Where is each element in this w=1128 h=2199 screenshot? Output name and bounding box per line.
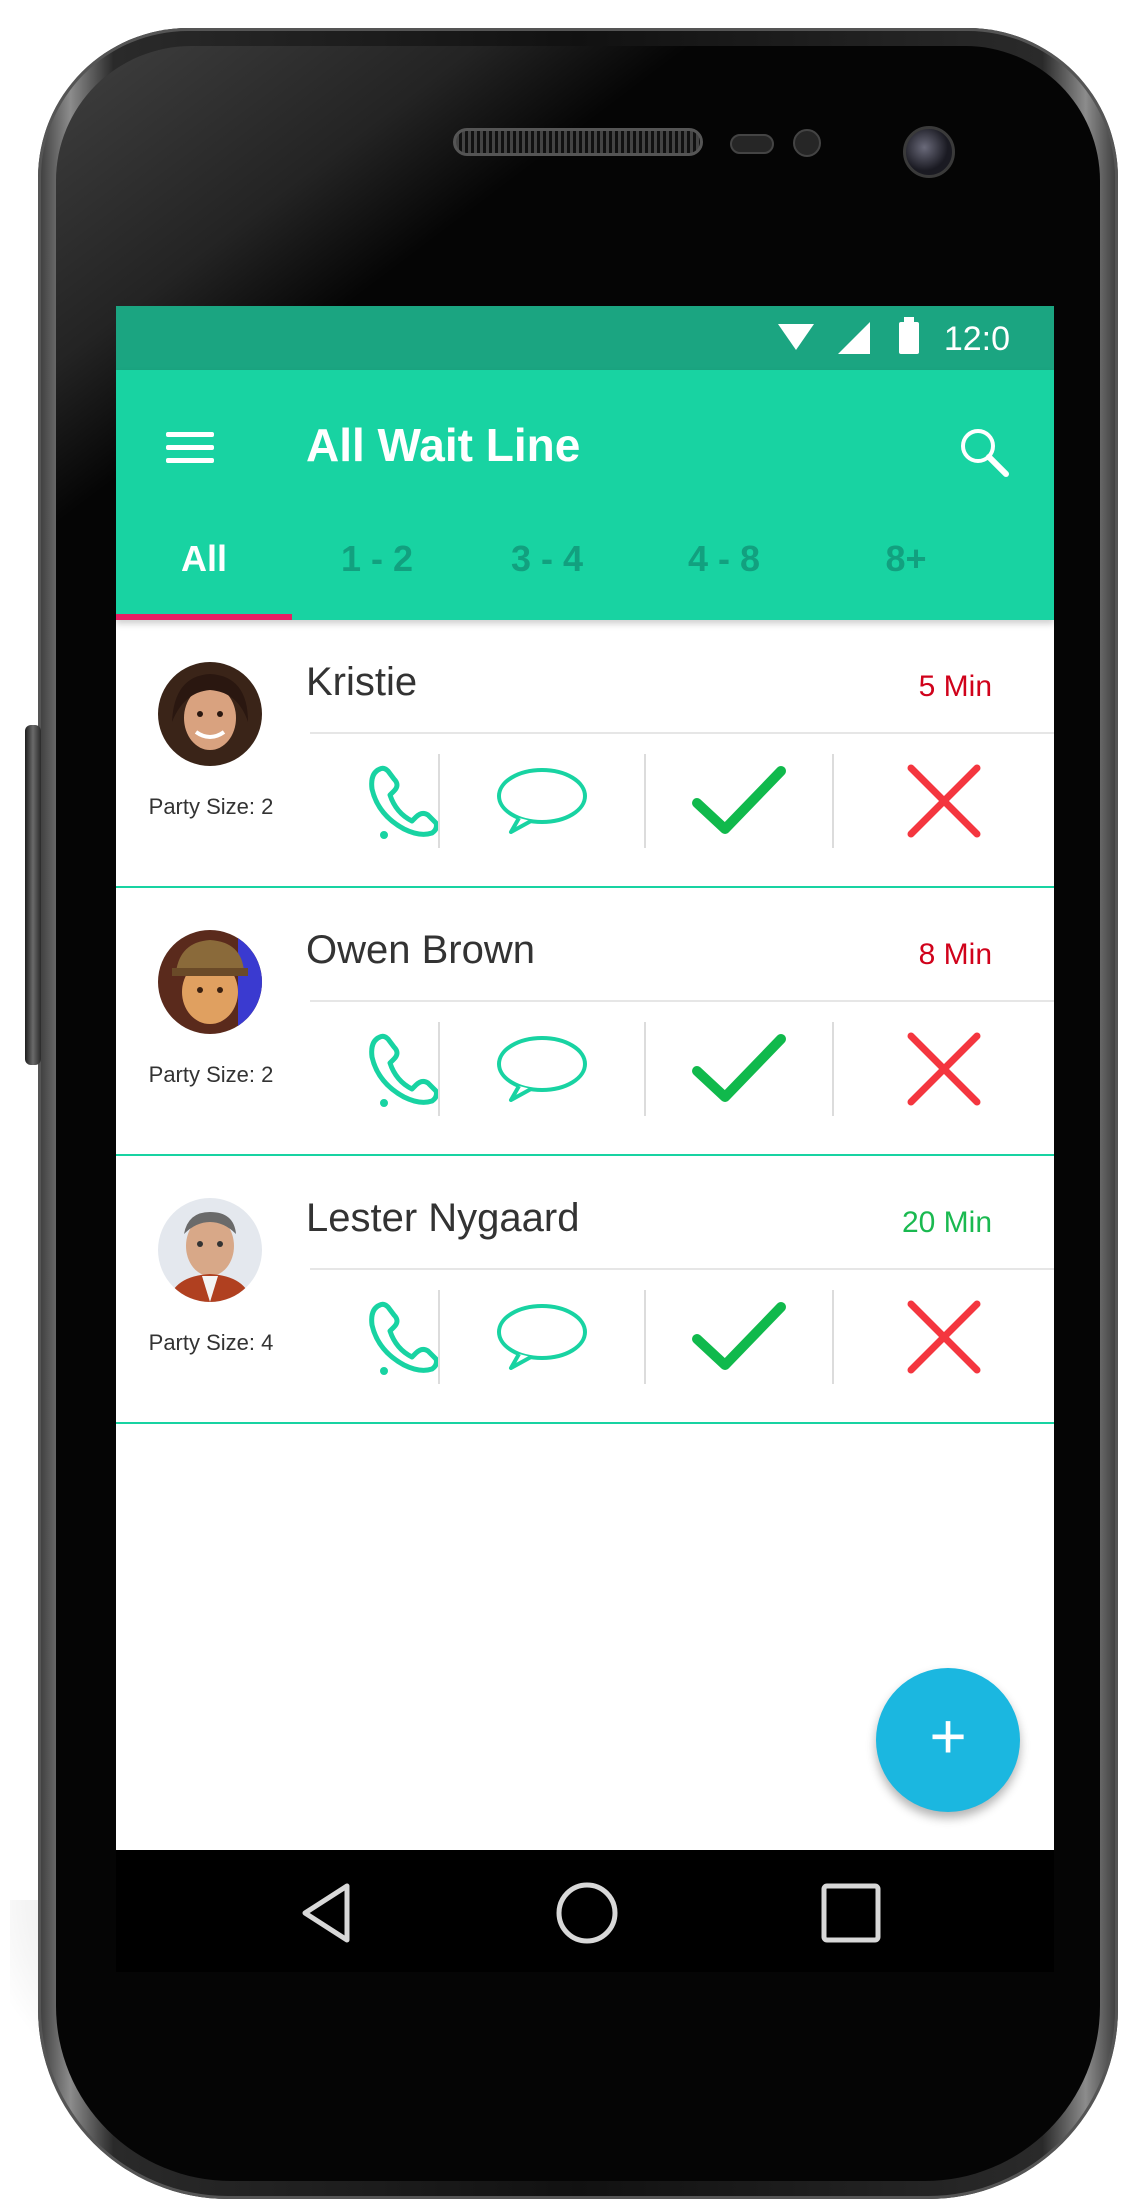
avatar xyxy=(158,1198,262,1302)
close-icon xyxy=(907,764,981,838)
check-icon xyxy=(692,766,786,834)
party-size: Party Size: 4 xyxy=(148,1330,274,1355)
phone-icon xyxy=(369,1301,439,1375)
tab-all[interactable]: All xyxy=(116,510,292,620)
tab-1-2[interactable]: 1 - 2 xyxy=(292,510,462,620)
app-bar: All Wait Line All 1 - 2 3 - 4 4 - 8 8+ xyxy=(116,370,1054,620)
volume-button xyxy=(25,725,41,1065)
party-size: Party Size: 2 xyxy=(148,794,274,819)
battery-icon xyxy=(899,317,919,354)
status-bar: 12:0 xyxy=(116,306,1054,370)
seat-button[interactable] xyxy=(646,1290,832,1384)
proximity-sensor xyxy=(730,134,774,154)
guest-name: Kristie xyxy=(306,660,418,704)
menu-icon[interactable] xyxy=(166,428,216,468)
chat-icon xyxy=(497,768,587,834)
wait-time: 20 Min xyxy=(901,1206,992,1239)
wifi-icon xyxy=(778,324,814,350)
message-button[interactable] xyxy=(440,754,644,848)
tab-bar: All 1 - 2 3 - 4 4 - 8 8+ xyxy=(116,510,1054,620)
remove-button[interactable] xyxy=(834,754,1054,848)
close-icon xyxy=(907,1032,981,1106)
list-item: Party Size: 4 Lester Nygaard 20 Min xyxy=(116,1156,1054,1424)
list-item: Party Size: 2 Kristie 5 Min xyxy=(116,620,1054,888)
navigation-bar xyxy=(116,1850,1054,1972)
tab-4-8[interactable]: 4 - 8 xyxy=(632,510,816,620)
party-size: Party Size: 2 xyxy=(148,1062,274,1087)
close-icon xyxy=(907,1300,981,1374)
guest-name: Lester Nygaard xyxy=(306,1196,580,1240)
row-divider xyxy=(310,732,1054,734)
avatar xyxy=(158,930,262,1034)
tab-indicator xyxy=(116,614,292,620)
phone-icon xyxy=(369,1033,439,1107)
home-icon[interactable] xyxy=(552,1878,622,1948)
recents-icon[interactable] xyxy=(816,1878,886,1948)
page-title: All Wait Line xyxy=(306,419,581,471)
remove-button[interactable] xyxy=(834,1022,1054,1116)
message-button[interactable] xyxy=(440,1290,644,1384)
tab-8-plus[interactable]: 8+ xyxy=(816,510,996,620)
app-screen: 12:0 All Wait Line All 1 - 2 3 - 4 4 - 8… xyxy=(116,306,1054,1972)
action-bar xyxy=(310,1022,1054,1116)
search-icon[interactable] xyxy=(958,426,1010,478)
back-icon[interactable] xyxy=(293,1878,363,1948)
wait-list: Party Size: 2 Kristie 5 Min Party Size: … xyxy=(116,620,1054,1424)
front-camera xyxy=(903,126,955,178)
earpiece-speaker xyxy=(453,128,703,156)
check-icon xyxy=(692,1302,786,1370)
list-item: Party Size: 2 Owen Brown 8 Min xyxy=(116,888,1054,1156)
seat-button[interactable] xyxy=(646,754,832,848)
chat-icon xyxy=(497,1304,587,1370)
check-icon xyxy=(692,1034,786,1102)
message-button[interactable] xyxy=(440,1022,644,1116)
remove-button[interactable] xyxy=(834,1290,1054,1384)
light-sensor xyxy=(793,129,821,157)
wait-time: 5 Min xyxy=(918,670,992,703)
phone-icon xyxy=(369,765,439,839)
action-bar xyxy=(310,1290,1054,1384)
guest-name: Owen Brown xyxy=(306,928,535,972)
chat-icon xyxy=(497,1036,587,1102)
wait-time: 8 Min xyxy=(918,938,992,971)
status-time: 12:0 xyxy=(943,320,1010,358)
tab-3-4[interactable]: 3 - 4 xyxy=(462,510,632,620)
seat-button[interactable] xyxy=(646,1022,832,1116)
row-divider xyxy=(310,1268,1054,1270)
add-guest-button[interactable]: + xyxy=(876,1668,1020,1812)
avatar xyxy=(158,662,262,766)
signal-icon xyxy=(838,322,870,354)
action-bar xyxy=(310,754,1054,848)
row-divider xyxy=(310,1000,1054,1002)
